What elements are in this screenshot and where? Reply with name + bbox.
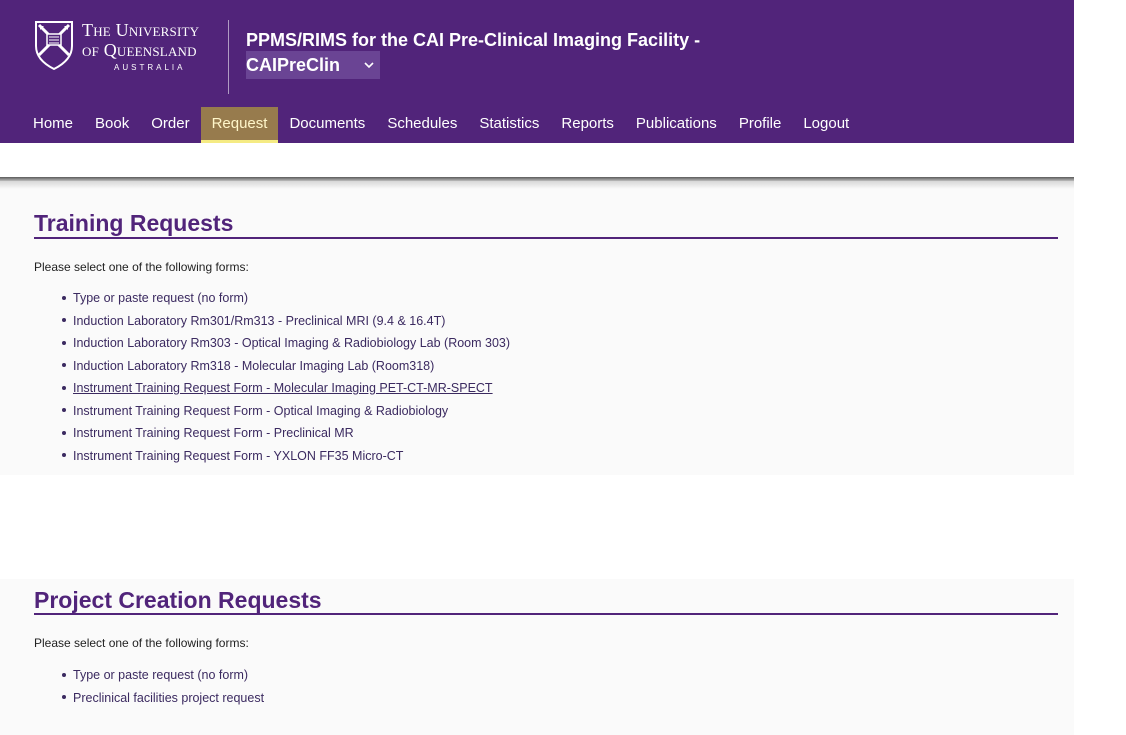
site-header: The University of Queensland AUSTRALIA P… — [0, 0, 1074, 143]
nav-statistics[interactable]: Statistics — [468, 107, 550, 143]
nav-schedules[interactable]: Schedules — [376, 107, 468, 143]
project-forms-list: Type or paste request (no form) Preclini… — [62, 664, 264, 709]
header-shadow-fade — [0, 181, 1074, 189]
list-item: Instrument Training Request Form - Molec… — [62, 377, 510, 400]
list-item: Preclinical facilities project request — [62, 687, 264, 710]
project-form-link[interactable]: Preclinical facilities project request — [73, 691, 264, 705]
chevron-down-icon — [364, 62, 374, 69]
main-nav: Home Book Order Request Documents Schedu… — [22, 107, 860, 143]
nav-home[interactable]: Home — [22, 107, 84, 143]
facility-select-value: CAIPreClin — [246, 55, 341, 75]
bullet-icon — [62, 430, 66, 435]
list-item: Instrument Training Request Form - Optic… — [62, 400, 510, 423]
bullet-icon — [62, 672, 66, 677]
list-item: Induction Laboratory Rm318 - Molecular I… — [62, 355, 510, 378]
project-title-rule — [34, 613, 1058, 615]
training-form-link[interactable]: Induction Laboratory Rm301/Rm313 - Precl… — [73, 314, 445, 328]
bullet-icon — [62, 363, 66, 368]
training-requests-title: Training Requests — [34, 210, 234, 236]
training-title-rule — [34, 237, 1058, 239]
nav-publications[interactable]: Publications — [625, 107, 728, 143]
nav-book[interactable]: Book — [84, 107, 140, 143]
training-form-link[interactable]: Instrument Training Request Form - YXLON… — [73, 449, 403, 463]
list-item: Instrument Training Request Form - Precl… — [62, 422, 510, 445]
bullet-icon — [62, 385, 66, 390]
list-item: Instrument Training Request Form - YXLON… — [62, 445, 510, 468]
bullet-icon — [62, 295, 66, 300]
list-item: Type or paste request (no form) — [62, 664, 264, 687]
training-intro: Please select one of the following forms… — [34, 260, 249, 274]
project-requests-panel: Project Creation Requests Please select … — [0, 579, 1074, 735]
facility-title: PPMS/RIMS for the CAI Pre-Clinical Imagi… — [246, 30, 701, 50]
training-form-link[interactable]: Induction Laboratory Rm318 - Molecular I… — [73, 359, 434, 373]
list-item: Induction Laboratory Rm303 - Optical Ima… — [62, 332, 510, 355]
nav-documents[interactable]: Documents — [278, 107, 376, 143]
bullet-icon — [62, 318, 66, 323]
uq-logo[interactable]: The University of Queensland AUSTRALIA — [34, 20, 224, 72]
project-intro: Please select one of the following forms… — [34, 636, 249, 650]
logo-line-1: The University — [82, 20, 200, 40]
training-form-link[interactable]: Instrument Training Request Form - Precl… — [73, 426, 354, 440]
project-requests-title: Project Creation Requests — [34, 587, 322, 613]
bullet-icon — [62, 695, 66, 700]
training-form-link[interactable]: Instrument Training Request Form - Molec… — [73, 381, 493, 395]
training-form-link[interactable]: Type or paste request (no form) — [73, 291, 248, 305]
training-form-link[interactable]: Induction Laboratory Rm303 - Optical Ima… — [73, 336, 510, 350]
uq-crest-icon — [35, 21, 73, 70]
nav-reports[interactable]: Reports — [550, 107, 625, 143]
logo-line-3: AUSTRALIA — [114, 63, 186, 72]
training-requests-panel: Training Requests Please select one of t… — [0, 181, 1074, 475]
bullet-icon — [62, 340, 66, 345]
project-form-link[interactable]: Type or paste request (no form) — [73, 668, 248, 682]
training-form-link[interactable]: Instrument Training Request Form - Optic… — [73, 404, 448, 418]
training-forms-list: Type or paste request (no form) Inductio… — [62, 287, 510, 467]
nav-profile[interactable]: Profile — [728, 107, 793, 143]
bullet-icon — [62, 408, 66, 413]
nav-logout[interactable]: Logout — [792, 107, 860, 143]
uq-wordmark: The University of Queensland AUSTRALIA — [82, 20, 199, 72]
list-item: Induction Laboratory Rm301/Rm313 - Precl… — [62, 310, 510, 333]
nav-request[interactable]: Request — [200, 107, 279, 143]
nav-order[interactable]: Order — [140, 107, 200, 143]
list-item: Type or paste request (no form) — [62, 287, 510, 310]
header-divider — [228, 20, 229, 94]
facility-select[interactable]: CAIPreClin — [246, 51, 380, 79]
bullet-icon — [62, 453, 66, 458]
logo-line-2: of Queensland — [82, 40, 197, 60]
